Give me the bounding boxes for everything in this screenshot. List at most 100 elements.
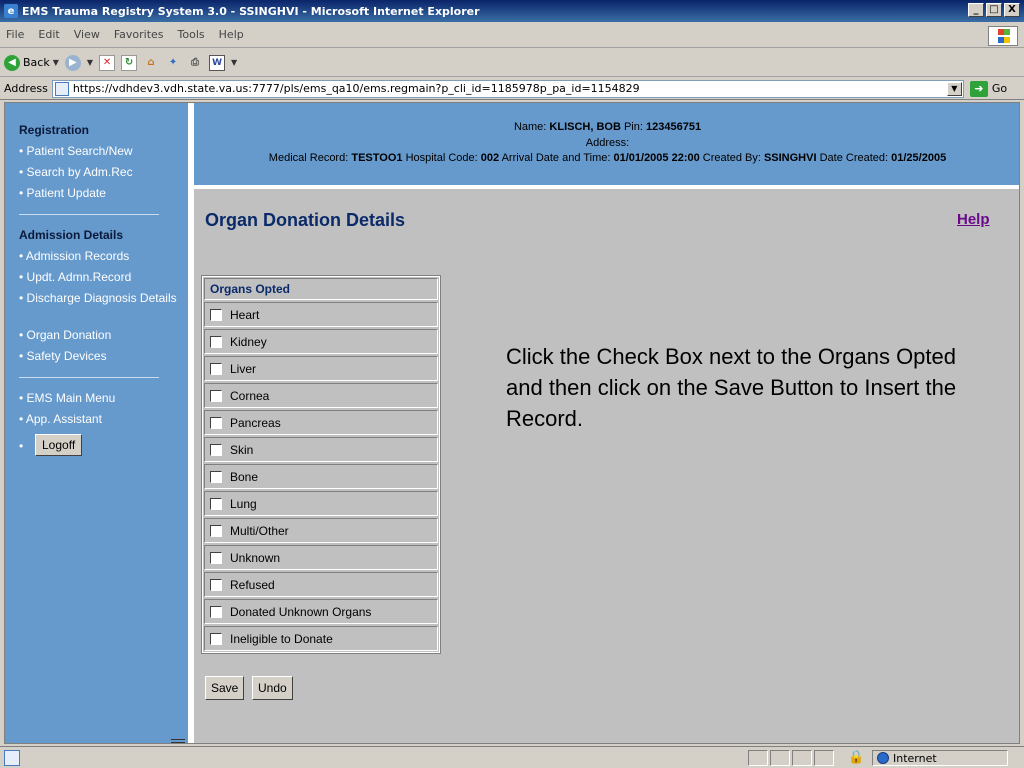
- print-icon[interactable]: ⎙: [187, 55, 203, 71]
- favorites-icon[interactable]: ✦: [165, 55, 181, 71]
- address-bar: Address https://vdhdev3.vdh.state.va.us:…: [0, 78, 1024, 100]
- address-label: Address: [4, 82, 48, 95]
- forward-arrow-icon[interactable]: ▶: [64, 54, 81, 71]
- home-icon[interactable]: ⌂: [143, 55, 159, 71]
- organs-table-header: Organs Opted: [204, 278, 438, 300]
- organ-checkbox-heart[interactable]: [210, 308, 222, 321]
- sidebar-separator: [19, 214, 159, 215]
- menu-edit[interactable]: Edit: [38, 28, 59, 41]
- menu-bar: File Edit View Favorites Tools Help: [0, 22, 1024, 48]
- address-dropdown-icon[interactable]: ▼: [946, 81, 962, 96]
- organ-row[interactable]: Bone: [204, 464, 438, 489]
- zone-label: Internet: [893, 751, 937, 765]
- organ-row[interactable]: Pancreas: [204, 410, 438, 435]
- status-bar: 🔒 Internet: [0, 746, 1024, 768]
- organ-row[interactable]: Lung: [204, 491, 438, 516]
- save-button[interactable]: Save: [205, 676, 245, 700]
- logoff-button[interactable]: Logoff: [35, 434, 83, 456]
- stop-icon[interactable]: ✕: [99, 54, 116, 71]
- globe-icon: [877, 752, 889, 764]
- sidebar-item-discharge-diagnosis[interactable]: Discharge Diagnosis Details: [19, 290, 184, 306]
- sidebar-item-organ-donation[interactable]: Organ Donation: [19, 328, 112, 342]
- toolbar: ◀ Back ▼ ▶ ▼ ✕ ↻ ⌂ ✦ ⎙ W ▼: [0, 49, 1024, 77]
- instruction-text: Click the Check Box next to the Organs O…: [506, 344, 957, 431]
- organ-row[interactable]: Heart: [204, 302, 438, 327]
- menu-view[interactable]: View: [74, 28, 100, 41]
- menu-help[interactable]: Help: [219, 28, 244, 41]
- address-input[interactable]: https://vdhdev3.vdh.state.va.us:7777/pls…: [51, 79, 964, 98]
- organ-row[interactable]: Liver: [204, 356, 438, 381]
- refresh-icon[interactable]: ↻: [121, 54, 138, 71]
- page-title: Organ Donation Details: [205, 210, 406, 230]
- organ-row[interactable]: Refused: [204, 572, 438, 597]
- organ-row[interactable]: Skin: [204, 437, 438, 462]
- back-dropdown-icon[interactable]: ▼: [53, 58, 59, 67]
- organ-checkbox-liver[interactable]: [210, 362, 222, 375]
- organ-checkbox-unknown[interactable]: [210, 551, 222, 564]
- organ-checkbox-ineligible[interactable]: [210, 632, 222, 645]
- patient-name-line: Name: KLISCH, BOB Pin: 123456751: [513, 121, 702, 133]
- edit-dropdown-icon[interactable]: ▼: [231, 58, 237, 67]
- close-button[interactable]: X: [1004, 3, 1020, 17]
- menu-tools[interactable]: Tools: [178, 28, 205, 41]
- sidebar-item-patient-search[interactable]: Patient Search/New: [19, 144, 133, 158]
- go-arrow-icon: ➜: [969, 80, 988, 97]
- maximize-button[interactable]: □: [986, 3, 1002, 17]
- minimize-button[interactable]: _: [968, 3, 984, 17]
- sidebar-heading-admission: Admission Details: [19, 228, 124, 242]
- organ-checkbox-skin[interactable]: [210, 443, 222, 456]
- organ-label: Lung: [230, 496, 257, 511]
- organ-row[interactable]: Ineligible to Donate: [204, 626, 438, 651]
- patient-record-line: Medical Record: TESTOO1 Hospital Code: 0…: [268, 152, 947, 164]
- organ-checkbox-refused[interactable]: [210, 578, 222, 591]
- ie-logo-icon: e: [4, 4, 18, 18]
- sidebar-item-updt-admn-record[interactable]: Updt. Admn.Record: [19, 270, 132, 284]
- organ-label: Refused: [230, 577, 275, 592]
- help-link[interactable]: Help: [957, 211, 990, 228]
- organ-row[interactable]: Unknown: [204, 545, 438, 570]
- back-label: Back: [23, 56, 50, 69]
- frame-resize-grip[interactable]: [171, 739, 185, 743]
- organ-label: Ineligible to Donate: [230, 631, 333, 646]
- patient-address: Address:: [585, 137, 630, 149]
- forward-dropdown-icon[interactable]: ▼: [87, 58, 93, 67]
- sidebar-item-app-assistant[interactable]: App. Assistant: [19, 412, 102, 426]
- word-edit-icon[interactable]: W: [209, 54, 226, 71]
- organ-label: Multi/Other: [230, 523, 289, 538]
- back-button[interactable]: ◀ Back ▼: [4, 54, 59, 71]
- hospital-code: 002: [480, 152, 500, 164]
- page-content: Registration Patient Search/New Search b…: [4, 102, 1020, 744]
- created-by: SSINGHVI: [763, 152, 817, 164]
- go-label: Go: [991, 82, 1008, 95]
- sidebar-item-safety-devices[interactable]: Safety Devices: [19, 349, 107, 363]
- date-created: 01/25/2005: [891, 152, 947, 164]
- organ-checkbox-bone[interactable]: [210, 470, 222, 483]
- page-status-icon: [4, 749, 20, 766]
- organ-row[interactable]: Kidney: [204, 329, 438, 354]
- status-panel: [748, 750, 768, 766]
- undo-button[interactable]: Undo: [252, 676, 293, 700]
- go-button[interactable]: ➜ Go: [969, 80, 1008, 97]
- sidebar-separator: [19, 377, 159, 378]
- organ-checkbox-kidney[interactable]: [210, 335, 222, 348]
- sidebar-item-search-adm-rec[interactable]: Search by Adm.Rec: [19, 165, 133, 179]
- organ-row[interactable]: Multi/Other: [204, 518, 438, 543]
- organ-label: Kidney: [230, 334, 267, 349]
- organ-row[interactable]: Cornea: [204, 383, 438, 408]
- organ-checkbox-donated-unknown[interactable]: [210, 605, 222, 618]
- organ-row[interactable]: Donated Unknown Organs: [204, 599, 438, 624]
- sidebar-item-admission-records[interactable]: Admission Records: [19, 249, 129, 263]
- organ-checkbox-multi-other[interactable]: [210, 524, 222, 537]
- organs-opted-table: Organs Opted Heart Kidney Liver Cornea P…: [201, 275, 441, 654]
- security-zone: Internet: [872, 750, 1008, 766]
- organ-checkbox-cornea[interactable]: [210, 389, 222, 402]
- sidebar-item-ems-main-menu[interactable]: EMS Main Menu: [19, 391, 116, 405]
- menu-file[interactable]: File: [6, 28, 24, 41]
- lock-icon: 🔒: [848, 750, 865, 765]
- sidebar-divider: [188, 103, 194, 743]
- menu-favorites[interactable]: Favorites: [114, 28, 164, 41]
- organ-checkbox-pancreas[interactable]: [210, 416, 222, 429]
- organ-label: Donated Unknown Organs: [230, 604, 372, 619]
- sidebar-item-patient-update[interactable]: Patient Update: [19, 186, 106, 200]
- organ-checkbox-lung[interactable]: [210, 497, 222, 510]
